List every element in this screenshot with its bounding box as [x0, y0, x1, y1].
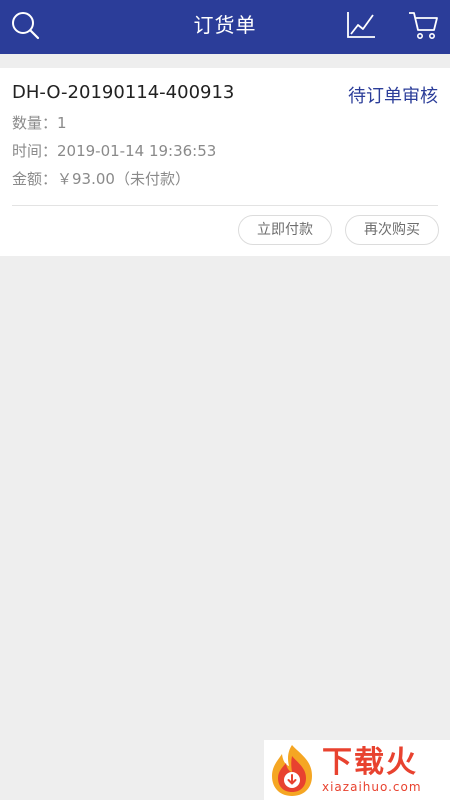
order-amount: 金额：￥93.00（未付款） — [12, 170, 190, 188]
card-divider — [12, 205, 438, 206]
buy-again-button[interactable]: 再次购买 — [345, 215, 439, 245]
order-time: 时间：2019-01-14 19:36:53 — [12, 142, 217, 160]
order-card[interactable]: DH-O-20190114-400913 待订单审核 数量：1 时间：2019-… — [0, 68, 450, 256]
cart-icon[interactable] — [406, 8, 440, 42]
order-number: DH-O-20190114-400913 — [12, 82, 235, 103]
order-quantity: 数量：1 — [12, 114, 67, 132]
order-status: 待订单审核 — [348, 86, 438, 107]
page-title: 订货单 — [193, 13, 257, 37]
pay-now-button[interactable]: 立即付款 — [238, 215, 332, 245]
flame-logo-icon — [272, 745, 312, 796]
watermark-domain: xiazaihuo.com — [322, 780, 422, 794]
chart-icon[interactable] — [344, 8, 378, 42]
app-header: 订货单 — [0, 0, 450, 54]
watermark-name: 下载火 — [322, 745, 418, 780]
watermark: 下载火 xiazaihuo.com — [264, 740, 450, 800]
